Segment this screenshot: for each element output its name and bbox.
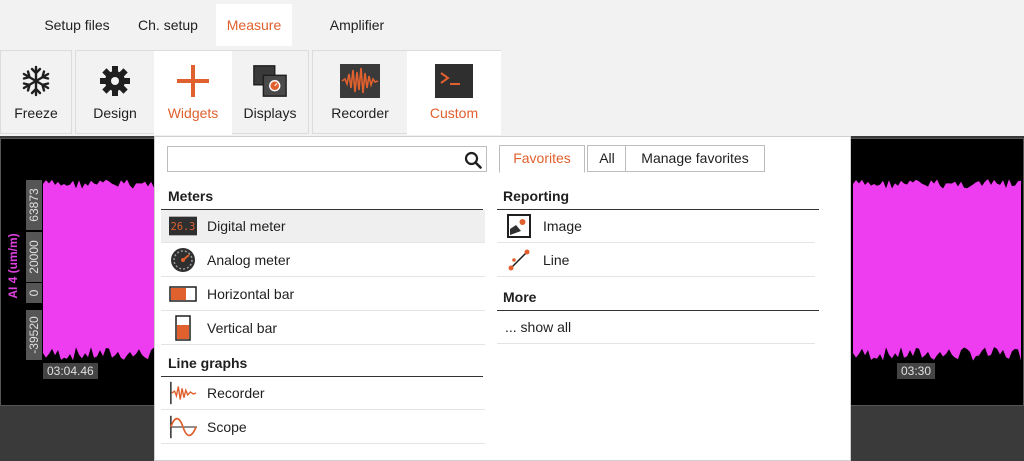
signal-waveform-right xyxy=(853,179,1021,361)
ribbon-group-freeze: Freeze xyxy=(0,50,72,134)
svg-text:26.3: 26.3 xyxy=(171,221,196,233)
ribbon-group-layout: Design Widgets Displays xyxy=(75,50,309,135)
search-icon[interactable] xyxy=(464,151,482,169)
displays-button[interactable]: Displays xyxy=(232,51,308,135)
signal-waveform-left xyxy=(43,179,154,361)
widget-item-horizontal-bar[interactable]: Horizontal bar xyxy=(161,278,485,311)
y-tick-label: 0 xyxy=(26,283,42,303)
widget-item-label: Recorder xyxy=(207,385,265,401)
widget-item-analog-meter[interactable]: Analog meter xyxy=(161,244,485,277)
widget-search-input[interactable] xyxy=(172,149,452,169)
widget-item-digital-meter[interactable]: 26.3 Digital meter xyxy=(161,210,485,243)
recorder-graph-icon xyxy=(169,381,197,405)
widget-item-label: Analog meter xyxy=(207,252,291,268)
ribbon-group-widgets-library: Recorder Custom xyxy=(312,50,501,135)
y-tick-label: -39520 xyxy=(26,310,42,360)
plus-icon xyxy=(175,63,211,99)
tab-setup-files[interactable]: Setup files xyxy=(32,4,122,46)
menu-bar: Setup files Ch. setup Measure Amplifier xyxy=(0,0,1024,48)
widget-item-label: Line xyxy=(543,252,570,268)
y-tick-label: 20000 xyxy=(26,232,42,282)
widgets-button[interactable]: Widgets xyxy=(154,51,232,135)
vertical-bar-icon xyxy=(169,315,197,341)
widget-item-vertical-bar[interactable]: Vertical bar xyxy=(161,312,485,345)
widget-item-scope[interactable]: Scope xyxy=(161,411,485,444)
widget-item-label: Scope xyxy=(207,419,247,435)
widget-item-label: Horizontal bar xyxy=(207,286,295,302)
horizontal-bar-icon xyxy=(169,282,197,306)
snowflake-icon xyxy=(18,63,54,99)
widget-search-box xyxy=(167,146,487,172)
gear-icon xyxy=(97,63,133,99)
digital-meter-icon: 26.3 xyxy=(169,214,197,238)
line-icon xyxy=(505,248,533,272)
recorder-icon xyxy=(340,63,380,99)
widgets-label: Widgets xyxy=(167,105,219,121)
section-title-more: More xyxy=(503,289,537,305)
analog-meter-icon xyxy=(169,248,197,272)
show-all-label: ... show all xyxy=(505,319,572,335)
section-title-line-graphs: Line graphs xyxy=(168,355,248,371)
widgets-dropdown-panel: Meters 26.3 Digital meter Analog meter H… xyxy=(154,136,851,461)
x-tick-label: 03:04.46 xyxy=(43,363,98,379)
scope-icon xyxy=(169,415,197,439)
displays-icon xyxy=(252,63,288,99)
section-title-reporting: Reporting xyxy=(503,188,570,204)
design-button[interactable]: Design xyxy=(76,51,154,135)
section-title-meters: Meters xyxy=(168,188,214,204)
widget-item-image[interactable]: Image xyxy=(497,210,815,243)
freeze-button[interactable]: Freeze xyxy=(1,51,71,135)
terminal-icon xyxy=(434,63,474,99)
freeze-label: Freeze xyxy=(14,105,58,121)
show-all-link[interactable]: ... show all xyxy=(497,311,815,344)
tab-ch-setup[interactable]: Ch. setup xyxy=(126,4,210,46)
recorder-button[interactable]: Recorder xyxy=(313,51,407,135)
y-axis-label: AI 4 (um/m) xyxy=(6,233,20,299)
tab-favorites[interactable]: Favorites xyxy=(499,145,585,173)
widget-item-label: Image xyxy=(543,218,582,234)
widget-item-line[interactable]: Line xyxy=(497,244,815,277)
image-icon xyxy=(505,214,533,238)
widget-item-label: Digital meter xyxy=(207,218,286,234)
tab-amplifier[interactable]: Amplifier xyxy=(318,4,396,46)
design-label: Design xyxy=(93,105,137,121)
custom-label: Custom xyxy=(429,105,479,121)
ribbon-toolbar: Freeze Design Widgets Displays Recorder … xyxy=(0,48,1024,136)
displays-label: Displays xyxy=(243,105,297,121)
recorder-label: Recorder xyxy=(331,105,389,121)
tab-all[interactable]: All xyxy=(587,145,627,172)
custom-button[interactable]: Custom xyxy=(407,51,501,135)
widget-item-recorder[interactable]: Recorder xyxy=(161,377,485,410)
widget-item-label: Vertical bar xyxy=(207,320,278,336)
x-tick-label: 03:30 xyxy=(897,363,936,379)
y-tick-label: 63873 xyxy=(26,180,42,230)
tab-manage-favorites[interactable]: Manage favorites xyxy=(625,145,765,172)
tab-measure[interactable]: Measure xyxy=(216,4,292,46)
